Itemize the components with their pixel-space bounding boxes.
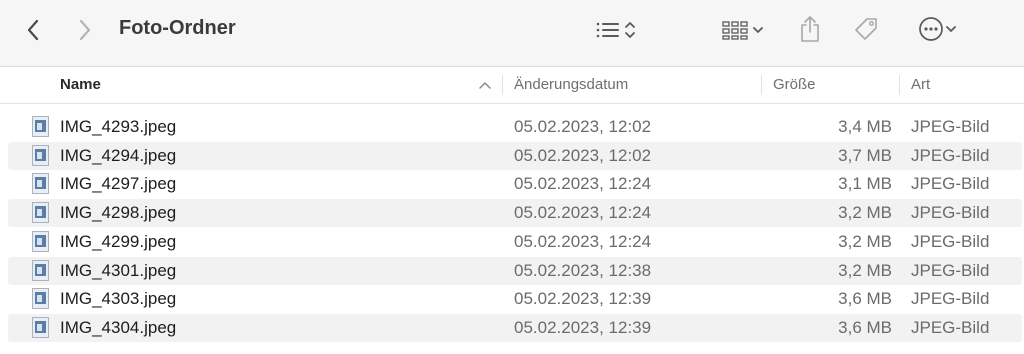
column-header-date[interactable]: Änderungsdatum — [514, 67, 628, 103]
file-size: 3,7 MB — [838, 145, 892, 165]
icon-grid-icon — [722, 21, 748, 40]
file-date: 05.02.2023, 12:02 — [514, 145, 652, 165]
table-row[interactable]: IMG_4304.jpeg 05.02.2023, 12:39 3,6 MB JPEG… — [8, 313, 1022, 342]
file-name: IMG_4294.jpeg — [60, 145, 177, 165]
table-row[interactable]: IMG_4299.jpeg 05.02.2023, 12:24 3,2 MB JPEG… — [8, 228, 1022, 256]
table-row[interactable]: IMG_4298.jpeg 05.02.2023, 12:24 3,2 MB JPEG… — [8, 199, 1022, 228]
table-row[interactable]: IMG_4301.jpeg 05.02.2023, 12:38 3,2 MB JPEG… — [8, 256, 1022, 285]
column-divider[interactable] — [899, 75, 900, 95]
file-date: 05.02.2023, 12:39 — [514, 317, 652, 337]
table-row[interactable]: IMG_4303.jpeg 05.02.2023, 12:39 3,6 MB JPEG… — [8, 285, 1022, 313]
file-date: 05.02.2023, 12:24 — [514, 231, 652, 251]
file-date: 05.02.2023, 12:24 — [514, 174, 652, 194]
file-kind: JPEG-Bild — [911, 260, 990, 280]
tags-button[interactable] — [850, 14, 882, 44]
file-size: 3,2 MB — [838, 203, 892, 223]
view-options-button[interactable] — [588, 15, 644, 45]
file-date: 05.02.2023, 12:24 — [514, 203, 652, 223]
chevron-left-icon — [27, 19, 39, 41]
file-name: IMG_4293.jpeg — [60, 117, 177, 136]
jpeg-file-icon — [32, 259, 49, 281]
more-actions-button[interactable] — [912, 14, 964, 44]
list-view-icon — [596, 22, 619, 38]
column-header-size[interactable]: Größe — [773, 67, 816, 103]
file-size: 3,6 MB — [838, 289, 892, 309]
column-header-kind[interactable]: Art — [911, 67, 930, 103]
chevron-down-icon — [946, 26, 956, 32]
file-name: IMG_4297.jpeg — [60, 174, 177, 194]
toolbar: Foto-Ordner — [0, 0, 1024, 67]
file-name: IMG_4304.jpeg — [60, 317, 177, 337]
forward-button[interactable] — [72, 17, 98, 43]
chevron-updown-icon — [625, 22, 635, 38]
jpeg-file-icon — [32, 144, 49, 166]
jpeg-file-icon — [32, 288, 49, 310]
file-name: IMG_4298.jpeg — [60, 203, 177, 223]
column-header-name[interactable]: Name — [60, 67, 101, 103]
chevron-down-icon — [753, 27, 763, 33]
file-name: IMG_4299.jpeg — [60, 231, 177, 251]
chevron-right-icon — [79, 19, 91, 41]
window-title: Foto-Ordner — [119, 17, 236, 39]
group-button[interactable] — [714, 15, 772, 45]
jpeg-file-icon — [32, 230, 49, 252]
jpeg-file-icon — [32, 202, 49, 224]
column-header: Name Änderungsdatum Größe Art — [0, 67, 1024, 104]
table-row[interactable]: IMG_4293.jpeg 05.02.2023, 12:02 3,4 MB JPEG… — [8, 113, 1022, 141]
jpeg-file-icon — [32, 173, 49, 195]
file-kind: JPEG-Bild — [911, 145, 990, 165]
jpeg-file-icon — [32, 316, 49, 338]
file-date: 05.02.2023, 12:39 — [514, 289, 652, 309]
share-icon — [801, 16, 819, 42]
file-kind: JPEG-Bild — [911, 289, 990, 309]
ellipsis-circle-icon — [919, 17, 943, 41]
file-date: 05.02.2023, 12:02 — [514, 117, 652, 136]
file-kind: JPEG-Bild — [911, 174, 990, 194]
file-size: 3,1 MB — [838, 174, 892, 194]
share-button[interactable] — [795, 13, 825, 45]
file-name: IMG_4301.jpeg — [60, 260, 177, 280]
file-size: 3,2 MB — [838, 231, 892, 251]
jpeg-file-icon — [32, 116, 49, 137]
column-divider[interactable] — [761, 75, 762, 95]
table-row[interactable]: IMG_4297.jpeg 05.02.2023, 12:24 3,1 MB JPEG… — [8, 170, 1022, 198]
file-name: IMG_4303.jpeg — [60, 289, 177, 309]
sort-ascending-icon[interactable] — [478, 79, 492, 91]
file-size: 3,6 MB — [838, 317, 892, 337]
file-size: 3,4 MB — [838, 117, 892, 136]
back-button[interactable] — [20, 17, 46, 43]
file-date: 05.02.2023, 12:38 — [514, 260, 652, 280]
tag-icon — [855, 18, 877, 40]
file-kind: JPEG-Bild — [911, 231, 990, 251]
table-row[interactable]: IMG_4294.jpeg 05.02.2023, 12:02 3,7 MB JPEG… — [8, 141, 1022, 170]
file-size: 3,2 MB — [838, 260, 892, 280]
file-kind: JPEG-Bild — [911, 317, 990, 337]
file-kind: JPEG-Bild — [911, 203, 990, 223]
column-divider[interactable] — [502, 75, 503, 95]
file-kind: JPEG-Bild — [911, 117, 990, 136]
